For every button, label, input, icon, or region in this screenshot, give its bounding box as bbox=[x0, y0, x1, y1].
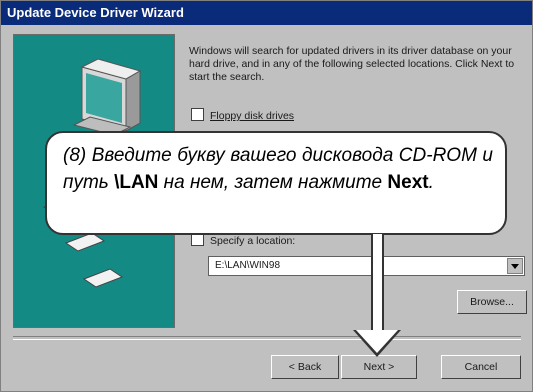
cancel-button[interactable]: Cancel bbox=[441, 355, 521, 379]
divider bbox=[13, 336, 521, 340]
back-button[interactable]: < Back bbox=[271, 355, 339, 379]
specify-location-label: Specify a location: bbox=[210, 235, 296, 247]
chevron-down-icon[interactable] bbox=[507, 258, 523, 274]
callout-middle: на нем, затем нажмите bbox=[158, 172, 388, 193]
location-value: E:\LAN\WIN98 bbox=[215, 260, 281, 271]
browse-button[interactable]: Browse... bbox=[457, 290, 527, 314]
callout-suffix: . bbox=[428, 172, 434, 193]
instruction-callout: (8) Введите букву вашего дисковода CD-RO… bbox=[45, 131, 507, 235]
pointer-arrow-shaft bbox=[371, 234, 384, 332]
callout-next-word: Next bbox=[387, 172, 429, 193]
next-button[interactable]: Next > bbox=[341, 355, 417, 379]
callout-text: (8) Введите букву вашего дисковода CD-RO… bbox=[63, 142, 493, 196]
intro-text: Windows will search for updated drivers … bbox=[189, 45, 515, 83]
window-title: Update Device Driver Wizard bbox=[1, 1, 532, 25]
arrow-head-fill bbox=[356, 330, 398, 353]
location-combobox[interactable]: E:\LAN\WIN98 bbox=[208, 256, 525, 276]
floppy-option[interactable]: Floppy disk drives bbox=[191, 108, 294, 122]
callout-path: \LAN bbox=[114, 172, 159, 193]
floppy-label: Floppy disk drives bbox=[210, 110, 295, 122]
wizard-window: Update Device Driver Wizard Windows will… bbox=[0, 0, 533, 392]
floppy-checkbox[interactable] bbox=[191, 108, 204, 121]
specify-location-option[interactable]: Specify a location: bbox=[191, 233, 295, 247]
